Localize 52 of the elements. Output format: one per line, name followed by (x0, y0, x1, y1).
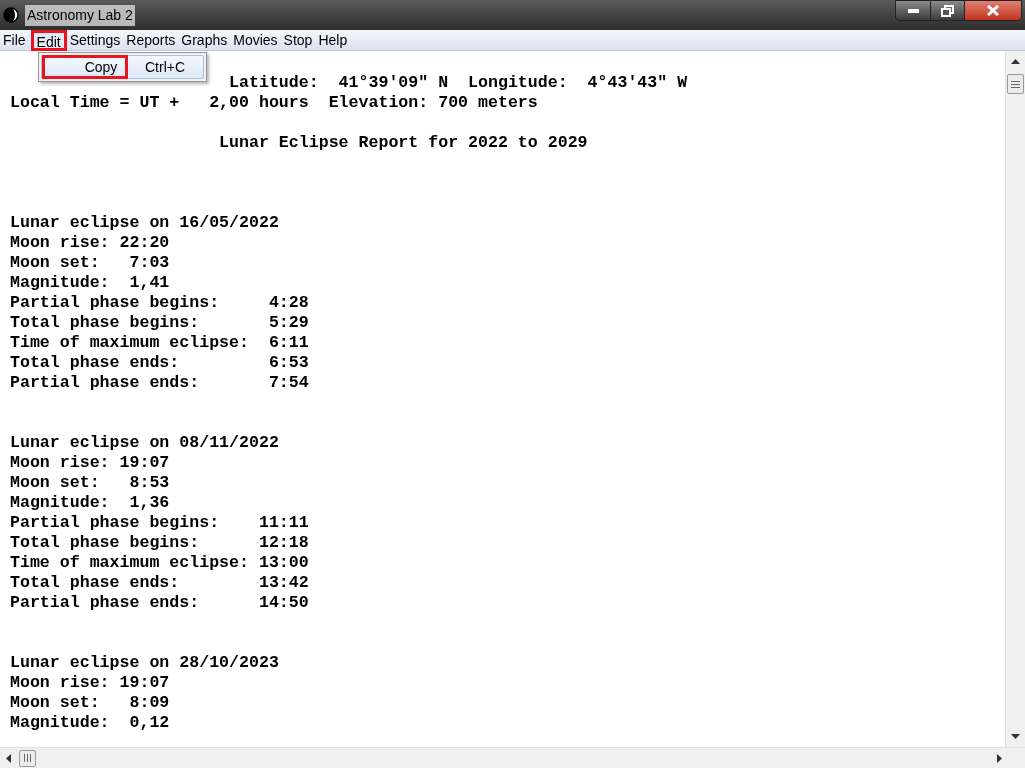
close-icon (987, 5, 999, 16)
eclipse-detail-line: Partial phase ends: 7:54 (10, 373, 309, 393)
eclipse-detail-line: Moon set: 8:09 (10, 693, 170, 713)
scroll-left-icon[interactable] (6, 753, 11, 763)
eclipse-detail-line: Moon set: 7:03 (10, 253, 170, 273)
location-line: Latitude: 41°39'09" N Longitude: 4°43'43" W (228, 73, 688, 93)
eclipse-detail-line: Partial phase ends: 14:50 (10, 593, 309, 613)
menu-item[interactable]: Stop (280, 29, 316, 51)
menu-item[interactable]: Help (315, 29, 351, 51)
menu-item[interactable]: File (0, 29, 29, 51)
vertical-scrollbar[interactable] (1005, 51, 1025, 747)
eclipse-detail-line: Moon rise: 19:07 (10, 673, 170, 693)
menu-item[interactable]: Graphs (178, 29, 231, 51)
eclipse-detail-line: Moon rise: 22:20 (10, 233, 170, 253)
shortcut-label: Ctrl+C (144, 57, 187, 77)
eclipse-detail-line: Moon rise: 19:07 (10, 453, 170, 473)
window-title: Astronomy Lab 2 (25, 4, 135, 26)
scroll-right-icon[interactable] (997, 753, 1002, 763)
eclipse-detail-line: Partial phase begins: 11:11 (10, 513, 309, 533)
horizontal-scrollbar[interactable] (0, 747, 1025, 768)
menu-item[interactable]: Movies (230, 29, 281, 51)
report-title: Lunar Eclipse Report for 2022 to 2029 (218, 133, 588, 153)
scroll-down-icon[interactable] (1011, 734, 1020, 739)
scroll-up-icon[interactable] (1011, 59, 1020, 64)
dropdown-item[interactable]: Copy Ctrl+C (41, 55, 205, 79)
moon-icon (3, 7, 19, 23)
scroll-thumb[interactable] (19, 749, 36, 767)
eclipse-detail-line: Total phase ends: 6:53 (10, 353, 309, 373)
minimize-icon (907, 8, 919, 13)
menu-item[interactable]: Settings (66, 29, 124, 51)
eclipse-detail-line: Time of maximum eclipse: 13:00 (10, 553, 309, 573)
eclipse-detail-line: Time of maximum eclipse: 6:11 (10, 333, 309, 353)
location-line: Local Time = UT + 2,00 hours Elevation: 700 meters (10, 93, 538, 113)
eclipse-detail-line: Magnitude: 0,12 (10, 713, 170, 733)
eclipse-heading: Lunar eclipse on 28/10/2023 (10, 653, 279, 673)
eclipse-detail-line: Partial phase begins: 4:28 (10, 293, 309, 313)
restore-button[interactable] (931, 0, 964, 21)
eclipse-heading: Lunar eclipse on 08/11/2022 (10, 433, 279, 453)
scroll-thumb[interactable] (1007, 74, 1024, 94)
eclipse-detail-line: Magnitude: 1,36 (10, 493, 170, 513)
menu-item[interactable]: Reports (123, 29, 179, 51)
close-button[interactable] (964, 0, 1022, 21)
eclipse-detail-line: Moon set: 8:53 (10, 473, 170, 493)
eclipse-heading: Lunar eclipse on 16/05/2022 (10, 213, 279, 233)
eclipse-detail-line: Total phase begins: 12:18 (10, 533, 309, 553)
menu-item[interactable]: Edit (30, 29, 67, 51)
copy-label: Copy (42, 55, 128, 79)
eclipse-detail-line: Total phase ends: 13:42 (10, 573, 309, 593)
eclipse-detail-line: Total phase begins: 5:29 (10, 313, 309, 333)
restore-icon (941, 4, 954, 17)
minimize-button[interactable] (895, 0, 931, 21)
eclipse-detail-line: Magnitude: 1,41 (10, 273, 170, 293)
